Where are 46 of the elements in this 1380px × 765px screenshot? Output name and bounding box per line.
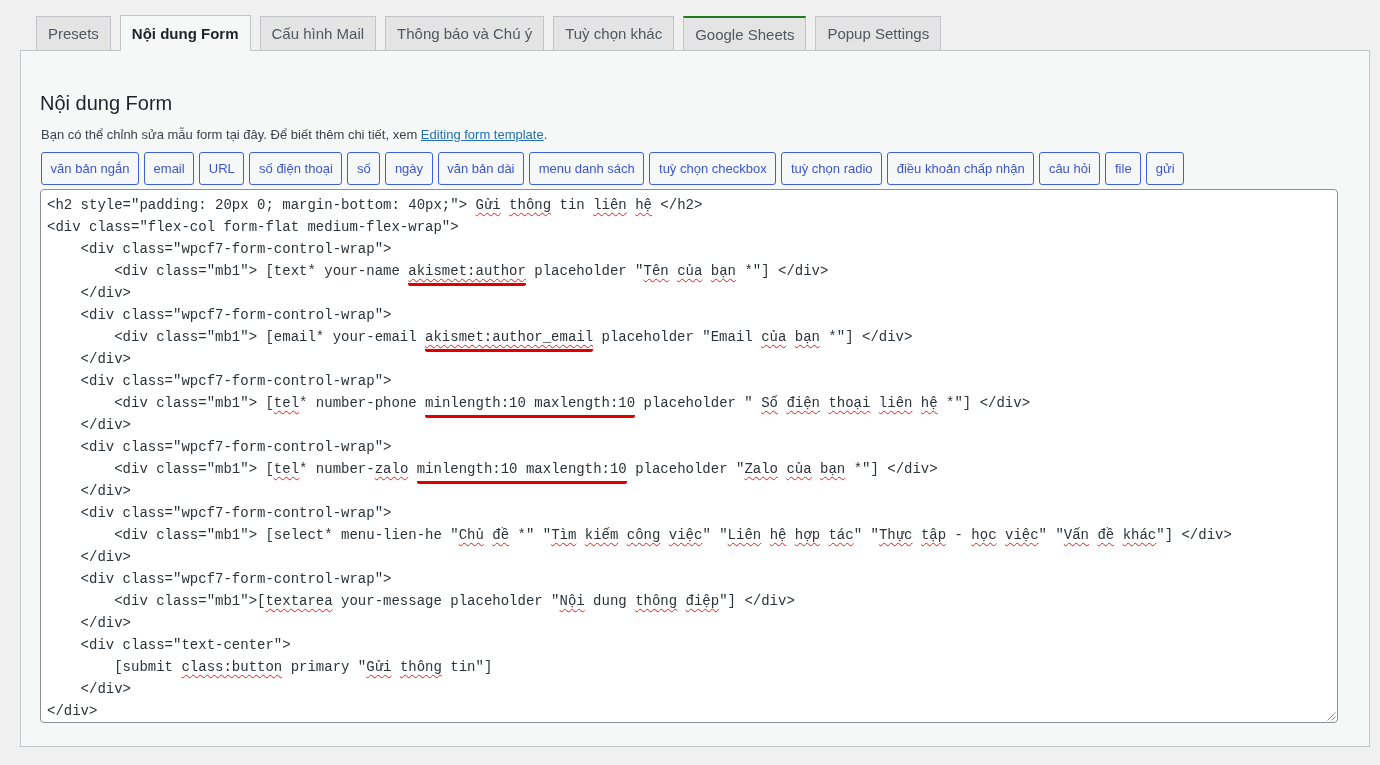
code-line: <div class="wpcf7-form-control-wrap"> xyxy=(79,438,393,457)
code-line: <div class="wpcf7-form-control-wrap"> xyxy=(79,570,393,589)
code-line: </div> xyxy=(79,350,132,369)
code-editor[interactable] xyxy=(40,189,1338,723)
code-line: </div> xyxy=(79,548,132,567)
tab[interactable]: Nội dung Form xyxy=(119,15,251,51)
code-line: [submit class:button primary "Gửi thông tin"] xyxy=(113,658,494,677)
tag-button[interactable]: điều khoản chấp nhận xyxy=(887,152,1035,185)
tab[interactable]: Cấu hình Mail xyxy=(259,16,377,50)
tab[interactable]: Tuỳ chọn khác xyxy=(553,16,675,50)
code-line: <div class="mb1"> [select* menu-lien-he "Chủ đề *" "Tìm kiếm công việc" "Liên hệ hợp tác" "Thực tập - học việc" "Vấn đề khác"] </div> xyxy=(113,526,1233,545)
resize-handle-icon[interactable] xyxy=(1327,712,1336,721)
tag-button[interactable]: số điện thoại xyxy=(249,152,343,185)
tab[interactable]: Google Sheets xyxy=(683,16,807,50)
tag-button[interactable]: URL xyxy=(199,152,245,185)
code-line: <div class="mb1">[textarea your-message placeholder "Nội dung thông điệp"] </div> xyxy=(113,592,796,611)
code-line: <div class="wpcf7-form-control-wrap"> xyxy=(79,504,393,523)
tag-button[interactable]: menu danh sách xyxy=(529,152,645,185)
docs-link[interactable]: Editing form template xyxy=(420,127,544,142)
tag-button[interactable]: câu hỏi xyxy=(1039,152,1101,185)
tag-button[interactable]: file xyxy=(1105,152,1142,185)
code-line: <div class="wpcf7-form-control-wrap"> xyxy=(79,372,393,391)
code-line: </div> xyxy=(79,680,132,699)
tag-button[interactable]: tuỳ chọn checkbox xyxy=(649,152,777,185)
code-line: <div class="text-center"> xyxy=(79,636,292,655)
section-title: Nội dung Form xyxy=(40,91,174,116)
tab[interactable]: Presets xyxy=(36,16,111,50)
tab[interactable]: Thông báo và Chú ý xyxy=(385,16,545,50)
code-line: </div> xyxy=(79,614,132,633)
code-line: </div> xyxy=(79,284,132,303)
tag-button[interactable]: văn bản dài xyxy=(437,152,525,185)
code-line: </div> xyxy=(79,482,132,501)
tag-button[interactable]: tuỳ chọn radio xyxy=(781,152,883,185)
code-line: </div> xyxy=(47,702,99,721)
code-line: <div class="flex-col form-flat medium-flex-wrap"> xyxy=(47,218,460,237)
code-line: <div class="wpcf7-form-control-wrap"> xyxy=(79,306,393,325)
tag-button[interactable]: email xyxy=(144,152,195,185)
code-line: </div> xyxy=(79,416,132,435)
tag-button[interactable]: ngày xyxy=(385,152,433,185)
tag-button[interactable]: gửi xyxy=(1146,152,1185,185)
code-line: <h2 style="padding: 20px 0; margin-bottom: 40px;"> Gửi thông tin liên hệ </h2> xyxy=(47,196,704,215)
description-text: Bạn có thể chỉnh sửa mẫu form tại đây. Để biết thêm chi tiết, xem Editing form template. xyxy=(41,126,549,144)
tag-button[interactable]: số xyxy=(347,152,381,185)
tag-button[interactable]: văn bản ngắn xyxy=(41,152,139,185)
tab[interactable]: Popup Settings xyxy=(815,16,942,50)
code-line: <div class="wpcf7-form-control-wrap"> xyxy=(79,240,393,259)
